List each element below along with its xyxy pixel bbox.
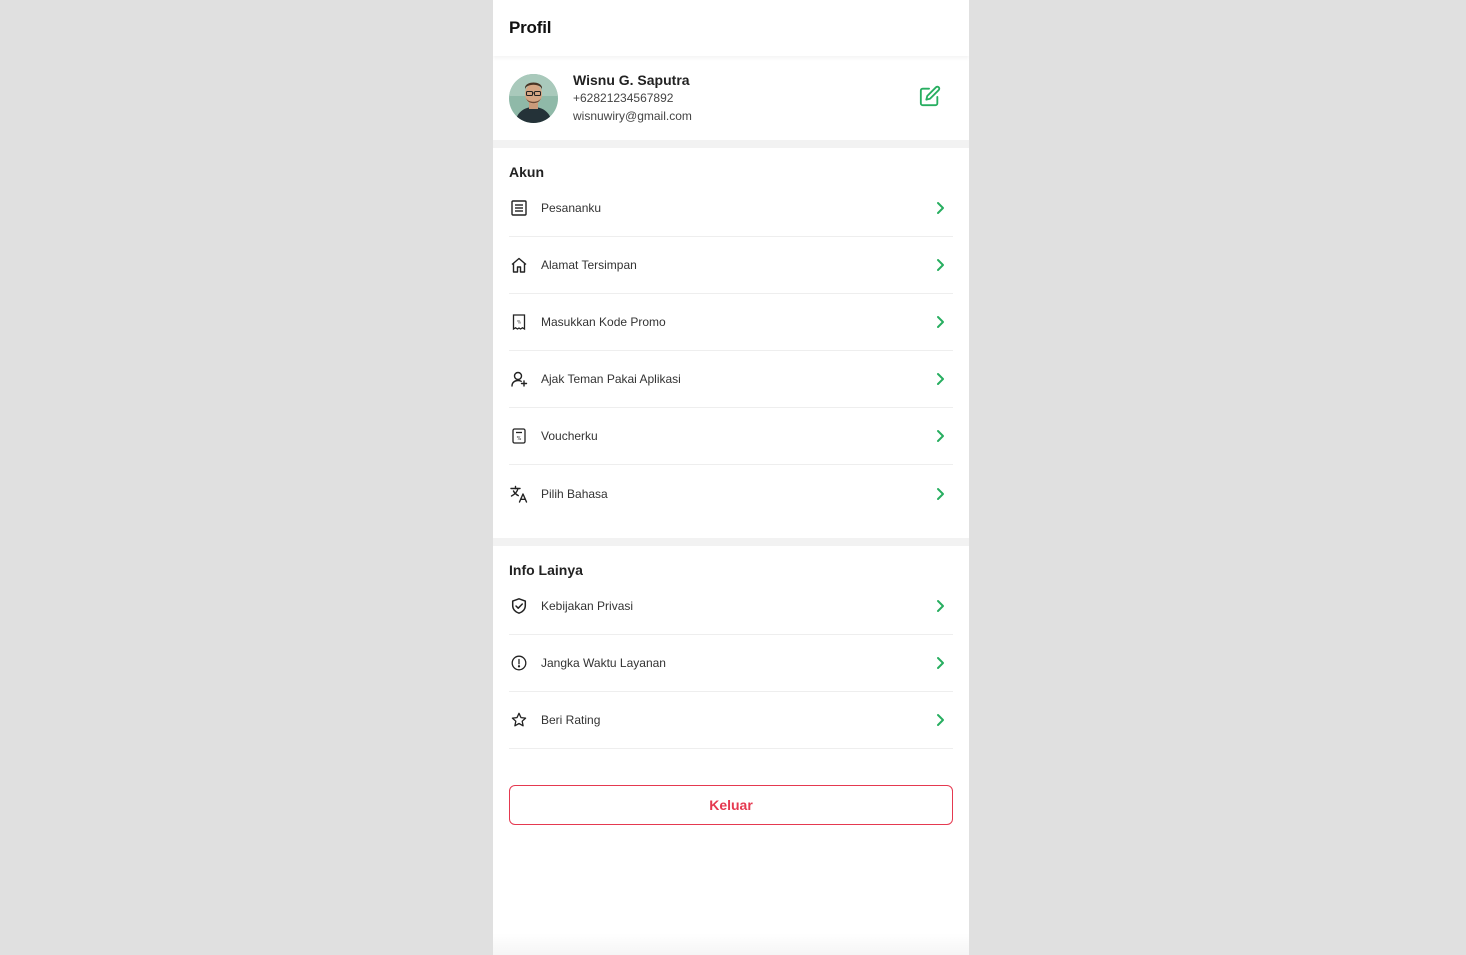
chevron-right-icon	[937, 600, 944, 612]
app-header: Profil	[493, 0, 969, 56]
akun-section: Akun Pesananku Alamat Tersimpan % Masukk…	[493, 148, 969, 522]
avatar[interactable]	[509, 73, 558, 123]
voucher-icon: %	[509, 426, 529, 446]
menu-item-label: Masukkan Kode Promo	[541, 315, 666, 329]
menu-item-label: Alamat Tersimpan	[541, 258, 637, 272]
chevron-right-icon	[937, 487, 944, 500]
promo-icon: %	[509, 312, 529, 332]
menu-item-label: Beri Rating	[541, 713, 601, 727]
section-divider	[493, 538, 969, 546]
profile-name: Wisnu G. Saputra	[573, 72, 690, 88]
profile-email: wisnuwiry@gmail.com	[573, 109, 692, 123]
profile-card: Wisnu G. Saputra +62821234567892 wisnuwi…	[493, 56, 969, 140]
menu-item-kebijakan-privasi[interactable]: Kebijakan Privasi	[509, 578, 953, 635]
menu-item-pilih-bahasa[interactable]: Pilih Bahasa	[509, 465, 953, 522]
svg-text:%: %	[517, 320, 521, 325]
logout-button[interactable]: Keluar	[509, 785, 953, 825]
menu-item-label: Voucherku	[541, 429, 598, 443]
edit-icon	[919, 85, 941, 107]
home-icon	[509, 255, 529, 275]
bottom-fade	[493, 933, 969, 955]
chevron-right-icon	[937, 657, 944, 669]
star-icon	[509, 710, 529, 730]
section-divider	[493, 140, 969, 148]
menu-item-ajak-teman[interactable]: Ajak Teman Pakai Aplikasi	[509, 351, 953, 408]
profile-info: Wisnu G. Saputra +62821234567892 wisnuwi…	[573, 71, 692, 125]
menu-item-label: Pesananku	[541, 201, 602, 215]
info-menu-list: Kebijakan Privasi Jangka Waktu Layanan B…	[509, 578, 953, 749]
chevron-right-icon	[937, 259, 944, 271]
list-icon	[509, 198, 529, 218]
svg-text:%: %	[517, 436, 522, 442]
edit-profile-button[interactable]	[919, 85, 941, 107]
profile-phone: +62821234567892	[573, 91, 674, 105]
chevron-right-icon	[937, 373, 944, 385]
menu-item-label: Kebijakan Privasi	[541, 599, 634, 613]
app-screen: Profil Wisnu G. Saputra +62821234567892 …	[493, 0, 969, 955]
menu-item-beri-rating[interactable]: Beri Rating	[509, 692, 953, 749]
menu-item-kode-promo[interactable]: % Masukkan Kode Promo	[509, 294, 953, 351]
menu-item-alamat-tersimpan[interactable]: Alamat Tersimpan	[509, 237, 953, 294]
menu-item-label: Ajak Teman Pakai Aplikasi	[541, 372, 681, 386]
menu-item-label: Pilih Bahasa	[541, 486, 608, 501]
menu-item-pesananku[interactable]: Pesananku	[509, 180, 953, 237]
akun-menu-list: Pesananku Alamat Tersimpan % Masukkan Ko…	[509, 180, 953, 522]
chevron-right-icon	[937, 714, 944, 726]
menu-item-voucherku[interactable]: % Voucherku	[509, 408, 953, 465]
invite-friend-icon	[509, 369, 529, 389]
chevron-right-icon	[937, 430, 944, 442]
page-title: Profil	[509, 18, 552, 37]
chevron-right-icon	[937, 316, 944, 328]
shield-check-icon	[509, 596, 529, 616]
chevron-right-icon	[937, 202, 944, 214]
menu-item-label: Jangka Waktu Layanan	[541, 656, 666, 670]
info-icon	[509, 653, 529, 673]
menu-item-jangka-waktu-layanan[interactable]: Jangka Waktu Layanan	[509, 635, 953, 692]
translate-icon	[509, 484, 529, 504]
info-section: Info Lainya Kebijakan Privasi Jangka Wak…	[493, 546, 969, 749]
